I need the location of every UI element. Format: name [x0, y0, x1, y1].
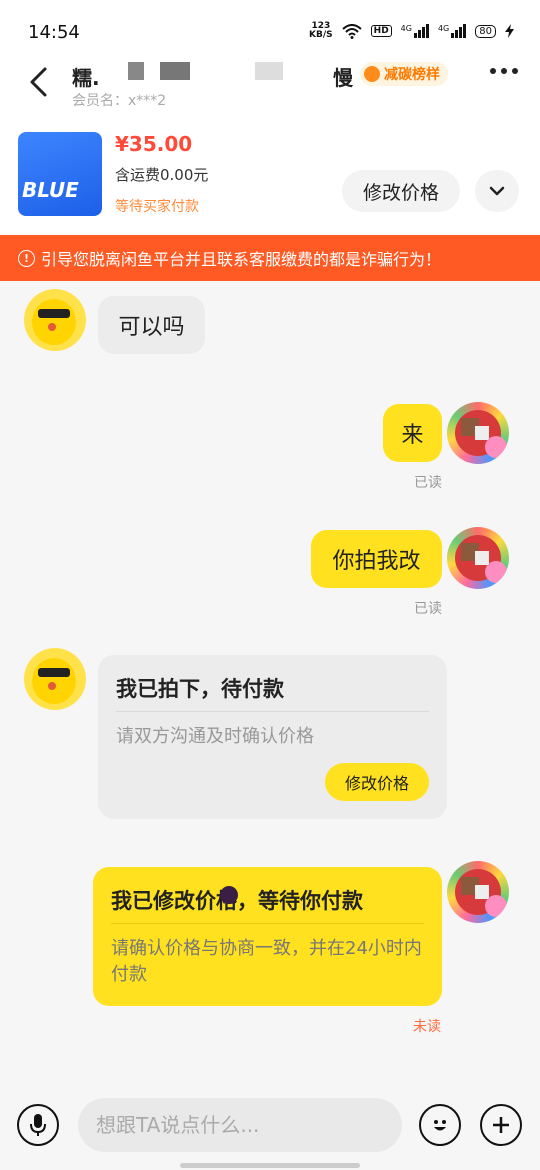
name-mosaic: [160, 62, 190, 80]
read-receipt: 已读: [414, 601, 442, 617]
card-subtitle: 请确认价格与协商一致，并在24小时内付款: [111, 938, 422, 985]
fraud-warning-banner: ! 引导您脱离闲鱼平台并且联系客服缴费的都是诈骗行为！: [0, 235, 540, 281]
chat-header: 糯. 慢 减碳榜样 会员名：x***2: [0, 60, 540, 120]
microphone-icon: [30, 1114, 46, 1136]
emoji-icon: [434, 1120, 446, 1131]
battery-icon: 80: [475, 24, 496, 38]
unread-receipt: 未读: [413, 1019, 441, 1035]
avatar[interactable]: [24, 648, 86, 710]
card-title: 我已拍下，待付款: [116, 677, 284, 701]
message-bubble[interactable]: 你拍我改: [311, 530, 442, 588]
warning-icon: !: [18, 249, 35, 267]
card-subtitle: 请双方沟通及时确认价格: [116, 726, 314, 747]
order-status-card: 我已拍下，待付款 请双方沟通及时确认价格 修改价格: [98, 655, 447, 819]
plus-icon: [493, 1117, 509, 1133]
name-mosaic: [128, 62, 144, 80]
avatar[interactable]: [447, 402, 509, 464]
input-bar: [0, 1085, 540, 1170]
message-bubble[interactable]: 可以吗: [98, 296, 205, 354]
divider: [116, 711, 429, 712]
leaf-icon: [364, 66, 380, 82]
avatar[interactable]: [24, 289, 86, 351]
name-mosaic: [255, 62, 283, 80]
modify-price-button[interactable]: 修改价格: [342, 170, 460, 212]
hd-badge: HD: [370, 25, 392, 37]
home-indicator: [180, 1163, 360, 1168]
cursor-dot: [220, 886, 238, 904]
network-speed: 123 KB/S: [309, 21, 333, 40]
product-price: ¥35.00: [115, 132, 193, 156]
back-button[interactable]: [24, 64, 54, 100]
message-bubble[interactable]: 来: [383, 404, 442, 462]
more-button[interactable]: [490, 68, 518, 74]
shipping-fee: 含运费0.00元: [115, 166, 209, 184]
price-modified-card: 我已修改价格，等待你付款 请确认价格与协商一致，并在24小时内付款: [93, 867, 442, 1006]
contact-name: 糯.: [72, 66, 100, 90]
product-image[interactable]: BLUE: [18, 132, 102, 216]
status-icons: 123 KB/S HD 4G 4G 80: [309, 22, 514, 40]
product-card: BLUE ¥35.00 含运费0.00元 等待买家付款 修改价格: [0, 120, 540, 235]
avatar[interactable]: [447, 861, 509, 923]
divider: [111, 923, 424, 924]
more-icon: [490, 68, 496, 74]
card-title: 我已修改价格，等待你付款: [111, 889, 363, 913]
wifi-icon: [341, 23, 362, 39]
order-status: 等待买家付款: [115, 199, 199, 215]
card-modify-price-button[interactable]: 修改价格: [325, 763, 429, 801]
contact-name-tail: 慢: [333, 66, 353, 90]
carbon-badge[interactable]: 减碳榜样: [360, 62, 448, 86]
status-bar: 14:54 123 KB/S HD 4G 4G 80: [0, 0, 540, 60]
signal-icon-2: 4G: [438, 24, 467, 38]
back-arrow-icon: [30, 67, 47, 97]
signal-icon: 4G: [401, 24, 429, 38]
emoji-button[interactable]: [419, 1104, 461, 1146]
voice-button[interactable]: [17, 1104, 59, 1146]
more-actions-button[interactable]: [480, 1104, 522, 1146]
expand-button[interactable]: [475, 170, 519, 212]
read-receipt: 已读: [414, 475, 442, 491]
member-name: 会员名：x***2: [72, 93, 167, 109]
chevron-down-icon: [489, 186, 505, 196]
avatar[interactable]: [447, 527, 509, 589]
message-input[interactable]: [78, 1098, 402, 1152]
charging-icon: [505, 24, 514, 38]
status-time: 14:54: [28, 22, 80, 43]
